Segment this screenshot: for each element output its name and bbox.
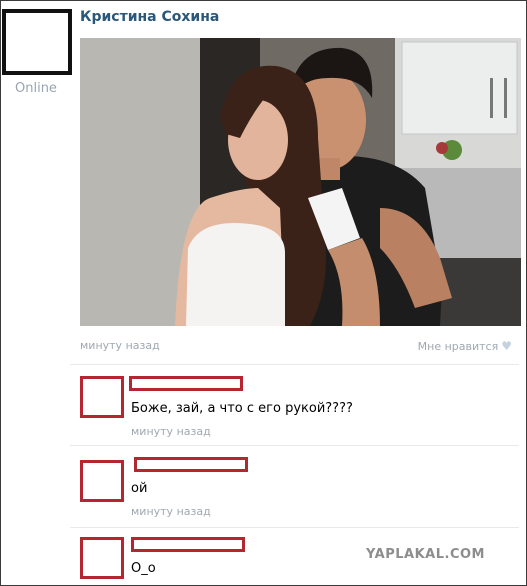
comment-author-redacted[interactable]: [131, 537, 245, 552]
post-author-name[interactable]: Кристина Сохина: [80, 9, 219, 25]
comment-author-redacted[interactable]: [129, 376, 243, 391]
comment-timestamp[interactable]: минуту назад: [131, 425, 211, 438]
watermark: YAPLAKAL.COM: [366, 547, 485, 562]
comment-avatar-redacted[interactable]: [80, 537, 124, 579]
divider: [70, 364, 519, 365]
comment-text: О_о: [131, 561, 156, 576]
comment-avatar-redacted[interactable]: [80, 376, 124, 418]
online-status: Online: [15, 81, 57, 96]
couple-photo-image: [80, 38, 521, 326]
comment-timestamp[interactable]: минуту назад: [131, 505, 211, 518]
author-avatar[interactable]: [2, 9, 72, 75]
divider: [70, 527, 519, 528]
post-timestamp[interactable]: минуту назад: [80, 339, 160, 352]
like-button[interactable]: Мне нравится ♥: [418, 339, 512, 353]
post-photo[interactable]: [80, 38, 521, 326]
comment-avatar-redacted[interactable]: [80, 460, 124, 502]
comment-author-redacted[interactable]: [134, 457, 248, 472]
heart-icon: ♥: [501, 339, 512, 353]
divider: [70, 445, 519, 446]
like-label: Мне нравится: [417, 339, 499, 353]
comment-text: ой: [131, 481, 148, 496]
comment-text: Боже, зай, а что с его рукой????: [131, 401, 353, 416]
